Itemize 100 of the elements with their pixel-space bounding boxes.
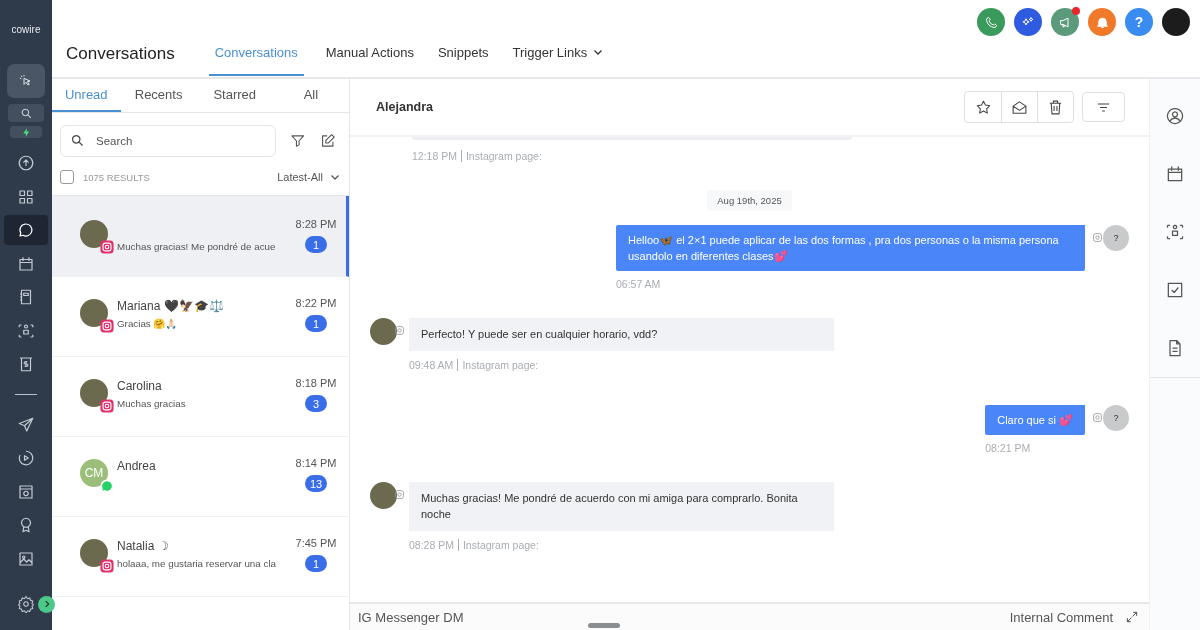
search-field[interactable]: Search [60,125,276,157]
browser-icon [17,482,35,501]
network-icon[interactable] [1165,222,1185,242]
sort-dropdown[interactable]: Latest-All [277,171,341,183]
date-separator: Aug 19th, 2025 [707,190,792,211]
instagram-icon [1093,413,1102,422]
search-icon [19,106,33,120]
search-button[interactable] [8,104,44,122]
message-time: 8:18 PM [295,377,337,389]
search-icon [70,133,85,148]
sparkle-button[interactable] [1014,8,1042,36]
message-bubble: Helloo🦋 el 2×1 puede aplicar de las dos formas , pra dos personas o la misma persona usandolo en diferentes clases💕 [616,225,1085,271]
sender-avatar: ? [1103,225,1129,251]
conversation-item[interactable]: Mariana 🖤🦅🎓⚖ Gracias 🤗🙏🏻 8:22 PM 1 [52,277,349,357]
message-time: 09:48 AM [409,359,454,371]
header-tab[interactable]: Conversations [208,36,304,76]
logo: cowire [11,24,41,37]
user-icon[interactable] [1165,106,1185,126]
message-time: 08:21 PM [985,442,1031,454]
notification-dot [1072,7,1080,15]
list-tab[interactable]: Unread [52,79,121,112]
envelope-open-icon [1011,98,1028,116]
message-time: 06:57 AM [616,278,661,290]
internal-comment-tab[interactable]: Internal Comment [1009,609,1113,625]
expand-button[interactable] [38,595,55,613]
avatar-photo-placeholder [370,482,397,509]
page-title: Conversations [66,44,175,65]
message-time: 12:18 PM [412,150,457,162]
trash-icon [1047,98,1064,116]
send-icon [17,415,35,434]
nav-item[interactable] [4,215,48,245]
list-tab[interactable]: Starred [196,79,273,112]
contact-name: Alejandra [376,100,433,114]
message-preview: Gracias 🤗🙏🏻 [117,318,179,329]
whatsapp-icon [100,479,114,493]
select-all-checkbox[interactable] [60,170,74,184]
star-icon [974,98,992,116]
chat-icon [17,221,35,239]
unread-count: 3 [305,395,327,412]
dollar-document-icon [17,355,35,373]
unread-count: 1 [305,555,327,572]
avatar-photo-placeholder [80,379,108,407]
settings-icon[interactable] [17,595,35,613]
phone-icon [983,14,999,30]
message-bubble: Muchas gracias! Me pondré de acuerdo con mi amiga para comprarlo. Bonita noche [409,482,834,531]
message-bubble: Claro que si 💕 [985,405,1085,435]
message-time: 08:28 PM [409,539,454,551]
header-tab[interactable]: Trigger Links [510,36,607,76]
lightning-button[interactable] [10,126,42,138]
conversation-item[interactable]: Muchas gracias! Me pondré de acue 8:28 PM 1 [52,196,349,277]
bell-button[interactable] [1088,8,1116,36]
network-icon [17,321,35,340]
message-time: 8:28 PM [295,218,337,230]
phone-button[interactable] [977,8,1005,36]
sender-avatar: ? [1103,405,1129,431]
compose-icon[interactable] [319,133,335,149]
results-count: 1075 RESULTS [83,171,150,183]
checkbox-icon[interactable] [1165,280,1185,300]
message-source: Instagram page: [457,359,539,371]
list-tab[interactable]: Recents [120,79,197,112]
conversation-item[interactable]: Natalia ☽ holaaa, me gustaria reservar una cla 7:45 PM 1 [52,517,349,597]
resize-handle[interactable] [588,623,620,628]
sort-button[interactable] [1082,92,1125,122]
contact-name: Mariana 🖤🦅🎓⚖ [117,299,225,313]
contact-name: Carolina [117,379,163,393]
message-time: 8:22 PM [295,297,337,309]
avatar-photo-placeholder [80,299,108,327]
instagram-icon [100,399,114,413]
filter-icon[interactable] [290,133,306,149]
pointer-button[interactable] [7,64,45,98]
conversation-item[interactable]: Carolina Muchas gracias 8:18 PM 3 [52,357,349,437]
expand-icon[interactable] [1125,610,1139,624]
instagram-icon [1093,233,1102,242]
message-source: Instagram page: [460,150,542,162]
message-preview: holaaa, me gustaria reservar una cla [117,558,277,569]
list-tab[interactable]: All [272,79,349,112]
header-tab[interactable]: Snippets [435,36,491,76]
calendar-icon [17,254,35,273]
bell-icon [1094,14,1110,30]
instagram-icon [100,240,114,254]
unread-count: 13 [305,475,327,492]
profile-avatar[interactable] [1162,8,1190,36]
message-source: Instagram page: [457,539,539,551]
conversation-item[interactable]: CM Andrea 8:14 PM 13 [52,437,349,517]
instagram-icon [100,319,114,333]
image-icon [17,549,35,568]
message-time: 8:14 PM [295,457,337,469]
message-time: 7:45 PM [295,537,337,549]
calendar-icon[interactable] [1165,164,1185,184]
instagram-icon [395,490,404,499]
message-preview: Muchas gracias [117,398,187,409]
message-bubble: Perfecto! Y puede ser en cualquier horario, vdd? [409,318,834,351]
header-tab[interactable]: Manual Actions [323,36,416,76]
upload-icon [17,154,35,172]
message-preview: Muchas gracias! Me pondré de acue [117,241,277,252]
avatar-photo-placeholder [80,539,108,567]
channel-tab[interactable]: IG Messenger DM [358,609,464,625]
unread-count: 1 [305,236,327,253]
megaphone-button[interactable] [1051,8,1079,36]
grid-icon [17,187,35,206]
